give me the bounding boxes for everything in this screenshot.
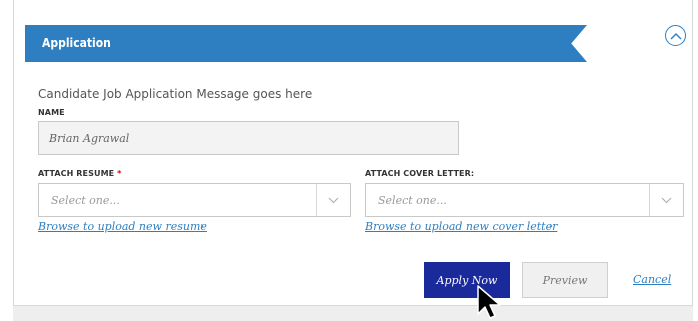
browse-cover-letter-link[interactable]: Browse to upload new cover letter xyxy=(365,220,557,233)
collapse-button[interactable] xyxy=(665,25,686,46)
chevron-up-circle-icon xyxy=(670,32,681,39)
mouse-pointer-icon xyxy=(477,285,501,319)
resume-label-text: ATTACH RESUME xyxy=(38,169,115,178)
name-value: Brian Agrawal xyxy=(49,132,130,145)
cover-letter-select-value: Select one... xyxy=(378,194,447,207)
cover-letter-label: ATTACH COVER LETTER: xyxy=(365,169,475,178)
browse-cover-letter-chevron-icon: › xyxy=(549,221,553,232)
preview-button[interactable]: Preview xyxy=(522,262,608,298)
resume-label: ATTACH RESUME * xyxy=(38,169,121,178)
resume-select[interactable]: Select one... xyxy=(38,183,351,217)
name-label: NAME xyxy=(38,108,65,117)
section-header: Application xyxy=(25,25,587,62)
cover-letter-select[interactable]: Select one... xyxy=(365,183,684,217)
chevron-down-icon xyxy=(661,197,672,203)
browse-resume-chevron-icon: › xyxy=(200,221,204,232)
application-message: Candidate Job Application Message goes h… xyxy=(38,87,313,101)
panel-footer-strip xyxy=(13,305,693,321)
cancel-link[interactable]: Cancel xyxy=(633,273,671,286)
name-field[interactable]: Brian Agrawal xyxy=(38,121,459,155)
chevron-down-icon xyxy=(328,197,339,203)
resume-select-value: Select one... xyxy=(51,194,120,207)
cover-letter-select-toggle[interactable] xyxy=(649,184,683,216)
required-marker: * xyxy=(117,169,122,178)
section-title: Application xyxy=(42,36,111,50)
browse-resume-link[interactable]: Browse to upload new resume xyxy=(38,220,207,233)
resume-select-toggle[interactable] xyxy=(316,184,350,216)
